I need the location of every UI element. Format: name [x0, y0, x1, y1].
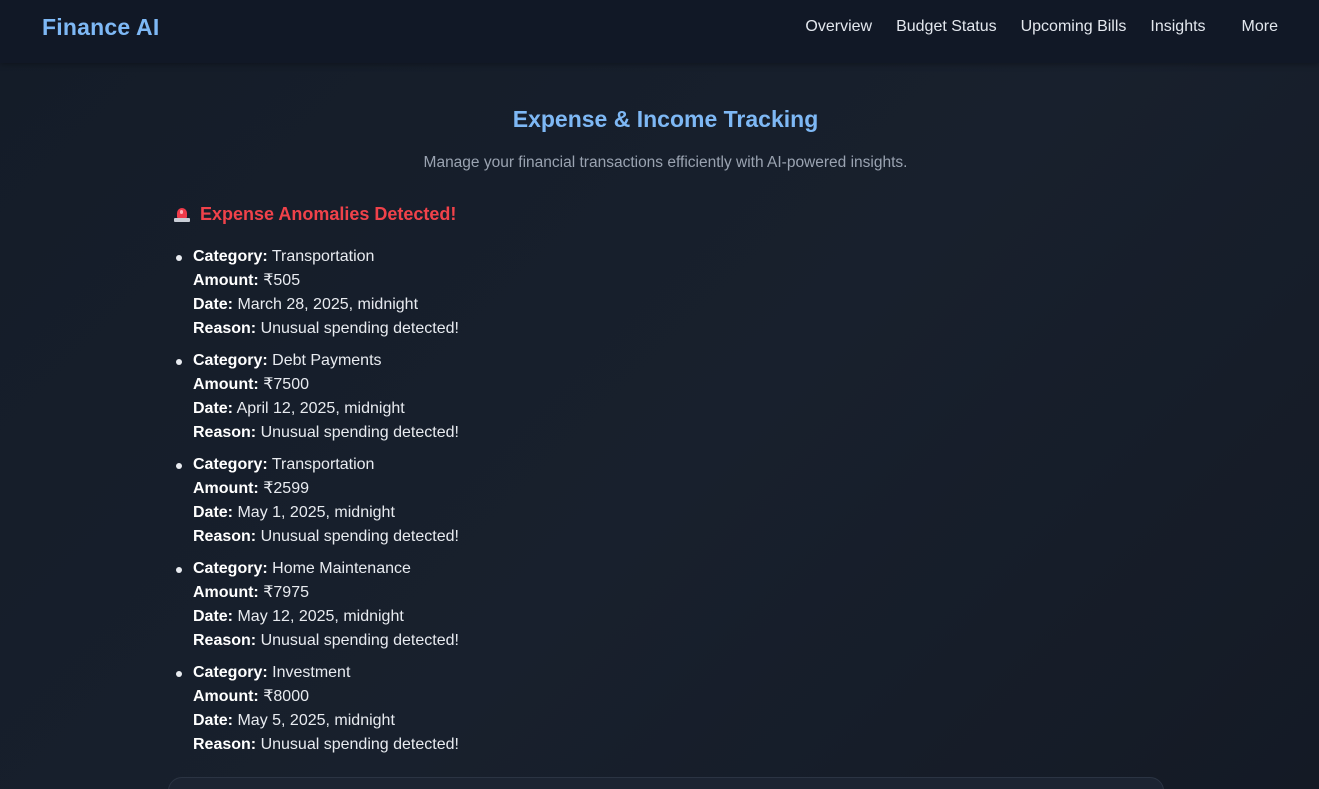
category-value: Transportation [271, 456, 375, 473]
nav-link-insights[interactable]: Insights [1150, 18, 1205, 36]
category-label: Category: [193, 352, 268, 369]
reason-value: Unusual spending detected! [260, 736, 459, 753]
amount-row: Amount: ₹505 [193, 269, 773, 293]
anomaly-section: Expense Anomalies Detected! Category: Tr… [173, 203, 773, 765]
nav-link-overview[interactable]: Overview [805, 18, 872, 36]
page-subtitle: Manage your financial transactions effic… [423, 154, 908, 171]
reason-row: Reason: Unusual spending detected! [193, 629, 773, 653]
date-row: Date: May 12, 2025, midnight [193, 605, 773, 629]
category-row: Category: Investment [193, 661, 773, 685]
anomaly-title: Expense Anomalies Detected! [200, 203, 457, 224]
date-label: Date: [193, 504, 234, 521]
reason-value: Unusual spending detected! [260, 632, 459, 649]
bullet-icon [176, 255, 182, 261]
page: Finance AI Overview Budget Status Upcomi… [0, 0, 1319, 789]
date-row: Date: March 28, 2025, midnight [193, 293, 773, 317]
amount-value: ₹505 [263, 272, 301, 289]
reason-label: Reason: [193, 424, 257, 441]
nav-links: Overview Budget Status Upcoming Bills In… [781, 18, 1278, 36]
date-label: Date: [193, 712, 234, 729]
category-value: Home Maintenance [272, 560, 411, 577]
reason-label: Reason: [193, 320, 257, 337]
date-label: Date: [193, 608, 234, 625]
navbar: Finance AI Overview Budget Status Upcomi… [0, 0, 1319, 63]
nav-link-upcoming-bills[interactable]: Upcoming Bills [1021, 18, 1127, 36]
date-value: May 1, 2025, midnight [237, 504, 395, 521]
amount-label: Amount: [193, 376, 259, 393]
date-label: Date: [193, 400, 234, 417]
amount-row: Amount: ₹7975 [193, 581, 773, 605]
bullet-icon [176, 463, 182, 469]
date-value: April 12, 2025, midnight [236, 400, 405, 417]
reason-label: Reason: [193, 528, 257, 545]
reason-row: Reason: Unusual spending detected! [193, 317, 773, 341]
category-label: Category: [193, 456, 268, 473]
date-row: Date: April 12, 2025, midnight [193, 397, 773, 421]
anomaly-item: Category: Transportation Amount: ₹505 Da… [173, 245, 773, 341]
date-row: Date: May 1, 2025, midnight [193, 501, 773, 525]
category-label: Category: [193, 248, 268, 265]
category-label: Category: [193, 560, 268, 577]
reason-row: Reason: Unusual spending detected! [193, 733, 773, 757]
anomaly-item: Category: Debt Payments Amount: ₹7500 Da… [173, 349, 773, 445]
anomaly-item: Category: Home Maintenance Amount: ₹7975… [173, 557, 773, 653]
anomaly-item: Category: Transportation Amount: ₹2599 D… [173, 453, 773, 549]
date-row: Date: May 5, 2025, midnight [193, 709, 773, 733]
reason-label: Reason: [193, 632, 257, 649]
brand-logo[interactable]: Finance AI [42, 14, 159, 41]
amount-label: Amount: [193, 480, 259, 497]
amount-label: Amount: [193, 584, 259, 601]
date-label: Date: [193, 296, 234, 313]
amount-row: Amount: ₹8000 [193, 685, 773, 709]
bullet-icon [176, 567, 182, 573]
amount-value: ₹7975 [263, 584, 309, 601]
category-row: Category: Transportation [193, 453, 773, 477]
reason-label: Reason: [193, 736, 257, 753]
bullet-icon [176, 359, 182, 365]
category-value: Transportation [271, 248, 375, 265]
date-value: March 28, 2025, midnight [237, 296, 419, 313]
transactions-card [168, 777, 1164, 789]
category-value: Investment [272, 664, 351, 681]
anomaly-header: Expense Anomalies Detected! [173, 203, 773, 225]
bullet-icon [176, 671, 182, 677]
siren-icon [173, 205, 191, 223]
amount-value: ₹7500 [263, 376, 309, 393]
reason-value: Unusual spending detected! [260, 528, 459, 545]
reason-row: Reason: Unusual spending detected! [193, 421, 773, 445]
reason-value: Unusual spending detected! [260, 424, 459, 441]
amount-row: Amount: ₹2599 [193, 477, 773, 501]
nav-link-budget-status[interactable]: Budget Status [896, 18, 997, 36]
amount-value: ₹2599 [263, 480, 309, 497]
category-row: Category: Debt Payments [193, 349, 773, 373]
reason-row: Reason: Unusual spending detected! [193, 525, 773, 549]
page-title: Expense & Income Tracking [512, 106, 819, 132]
category-label: Category: [193, 664, 268, 681]
category-row: Category: Transportation [193, 245, 773, 269]
anomaly-list: Category: Transportation Amount: ₹505 Da… [173, 245, 773, 757]
date-value: May 12, 2025, midnight [237, 608, 404, 625]
nav-link-more[interactable]: More [1242, 18, 1278, 36]
category-row: Category: Home Maintenance [193, 557, 773, 581]
anomaly-item: Category: Investment Amount: ₹8000 Date:… [173, 661, 773, 757]
amount-value: ₹8000 [263, 688, 309, 705]
amount-row: Amount: ₹7500 [193, 373, 773, 397]
category-value: Debt Payments [272, 352, 382, 369]
amount-label: Amount: [193, 688, 259, 705]
date-value: May 5, 2025, midnight [237, 712, 395, 729]
amount-label: Amount: [193, 272, 259, 289]
reason-value: Unusual spending detected! [260, 320, 459, 337]
